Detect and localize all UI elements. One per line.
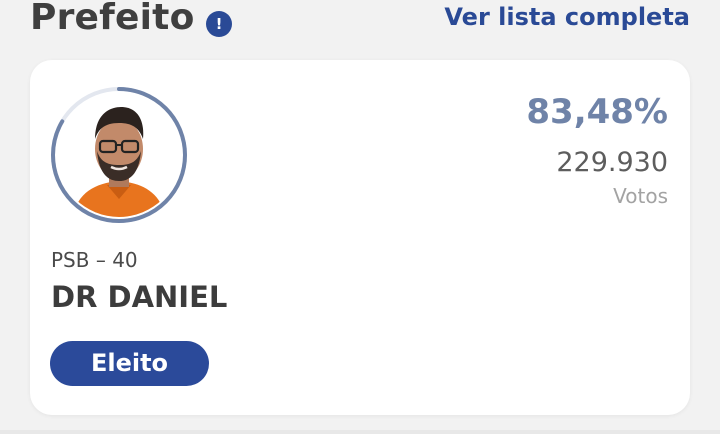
candidate-name: DR DANIEL [51,280,228,314]
vote-percentage: 83,48% [526,92,668,132]
elected-badge: Eleito [50,341,209,386]
candidate-avatar-wrapper [50,86,188,224]
info-icon[interactable]: ! [206,11,232,37]
results-page: Prefeito ! Ver lista completa 83,48% 229… [0,0,720,434]
section-title: Prefeito [30,0,195,38]
vote-count-label: Votos [613,184,668,208]
candidate-photo [57,93,181,217]
party-number: PSB – 40 [51,248,138,272]
vote-count: 229.930 [556,147,668,178]
candidate-card[interactable]: 83,48% 229.930 Votos PSB – 40 DR DANIEL … [30,60,690,415]
see-full-list-link[interactable]: Ver lista completa [444,0,690,34]
divider [0,430,720,434]
